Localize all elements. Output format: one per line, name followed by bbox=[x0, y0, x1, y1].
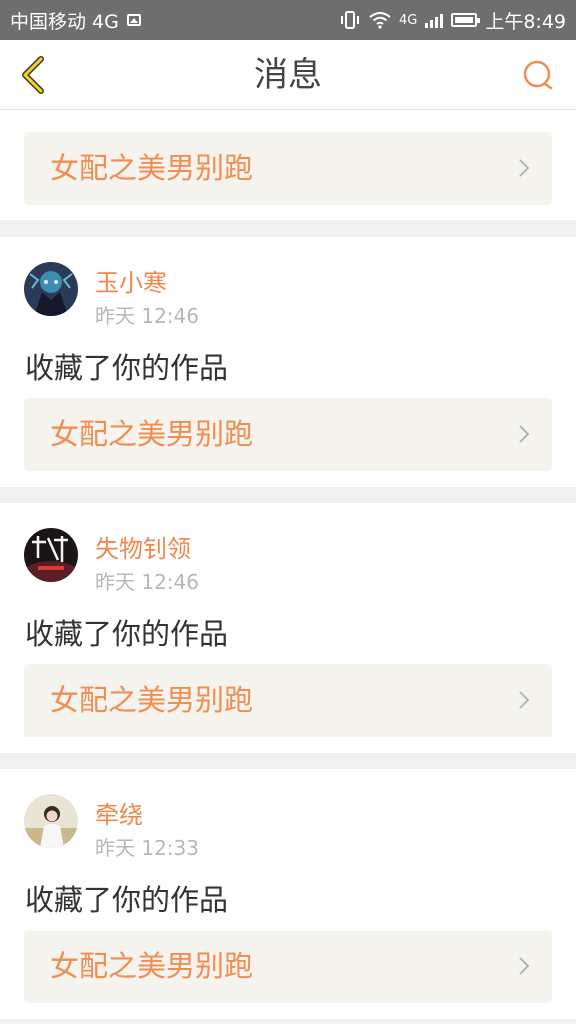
timestamp: 昨天 12:33 bbox=[95, 836, 199, 860]
image-notification-icon bbox=[126, 14, 141, 26]
work-link-card[interactable]: 女配之美男别跑 bbox=[24, 132, 552, 205]
username[interactable]: 玉小寒 bbox=[95, 263, 167, 298]
work-link-card[interactable]: 女配之美男别跑 bbox=[24, 930, 552, 1003]
work-title: 女配之美男别跑 bbox=[50, 683, 254, 717]
chevron-right-icon bbox=[519, 957, 530, 975]
work-link-card[interactable]: 女配之美男别跑 bbox=[24, 664, 552, 737]
work-link-card[interactable]: 女配之美男别跑 bbox=[24, 398, 552, 471]
clock: 上午8:49 bbox=[485, 10, 566, 33]
carrier-label: 中国移动 4G bbox=[10, 10, 119, 33]
status-bar-left: 中国移动 4G bbox=[10, 7, 141, 34]
avatar[interactable] bbox=[24, 528, 78, 582]
top-work-section: 女配之美男别跑 bbox=[0, 110, 576, 220]
chevron-right-icon bbox=[519, 159, 530, 177]
wifi-icon bbox=[369, 11, 391, 29]
action-text: 收藏了你的作品 bbox=[25, 883, 229, 917]
message-item: 玉小寒 昨天 12:46 收藏了你的作品 女配之美男别跑 bbox=[0, 237, 576, 487]
nav-header: 消息 bbox=[0, 40, 576, 110]
work-title: 女配之美男别跑 bbox=[50, 151, 254, 185]
chevron-right-icon bbox=[519, 691, 530, 709]
action-text: 收藏了你的作品 bbox=[25, 351, 229, 385]
search-icon bbox=[523, 60, 553, 90]
search-button[interactable] bbox=[520, 56, 556, 94]
signal-icon bbox=[425, 12, 444, 28]
chevron-right-icon bbox=[519, 425, 530, 443]
message-item: 牵绕 昨天 12:33 收藏了你的作品 女配之美男别跑 bbox=[0, 769, 576, 1019]
username[interactable]: 失物钊领 bbox=[95, 529, 191, 564]
work-title: 女配之美男别跑 bbox=[50, 417, 254, 451]
message-item: 失物钊领 昨天 12:46 收藏了你的作品 女配之美男别跑 bbox=[0, 503, 576, 753]
status-bar-right: 4G 上午8:49 bbox=[339, 7, 566, 34]
avatar[interactable] bbox=[24, 794, 78, 848]
timestamp: 昨天 12:46 bbox=[95, 570, 199, 594]
battery-icon bbox=[451, 13, 481, 27]
status-bar: 中国移动 4G 4G 上午8:49 bbox=[0, 0, 576, 40]
network-type-label: 4G bbox=[398, 12, 418, 28]
avatar[interactable] bbox=[24, 262, 78, 316]
username[interactable]: 牵绕 bbox=[95, 795, 143, 830]
work-title: 女配之美男别跑 bbox=[50, 949, 254, 983]
action-text: 收藏了你的作品 bbox=[25, 617, 229, 651]
page-title: 消息 bbox=[254, 55, 322, 95]
vibrate-icon bbox=[339, 10, 361, 30]
timestamp: 昨天 12:46 bbox=[95, 304, 199, 328]
